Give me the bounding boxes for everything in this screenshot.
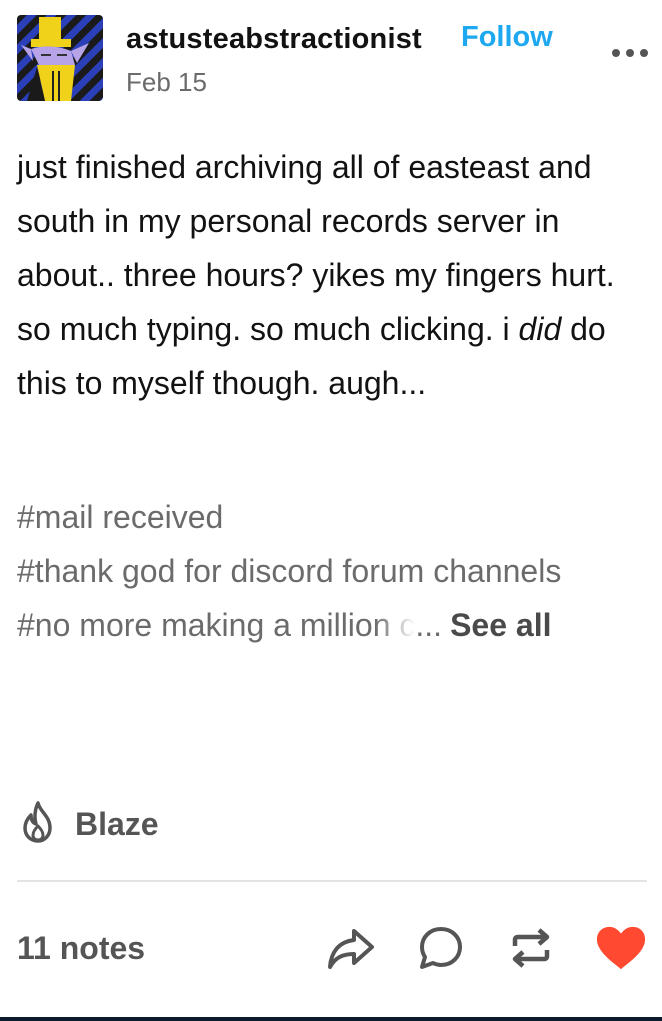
heart-icon[interactable] — [595, 922, 647, 974]
reblog-icon[interactable] — [505, 922, 557, 974]
tag-list: #mail received #thank god for discord fo… — [17, 490, 642, 652]
post-date[interactable]: Feb 15 — [126, 67, 207, 98]
username[interactable]: astusteabstractionist — [126, 23, 422, 56]
blaze-button[interactable]: Blaze — [17, 798, 159, 850]
follow-button[interactable]: Follow — [461, 21, 553, 54]
post-body: just finished archiving all of easteast … — [17, 140, 647, 410]
post-actions — [287, 916, 647, 980]
see-all-tags-button[interactable]: See all — [450, 598, 551, 652]
tag-item-truncated[interactable]: #no more making a million c — [17, 598, 415, 652]
tag-item[interactable]: #mail received — [17, 490, 642, 544]
tag-ellipsis: ... — [415, 607, 443, 643]
post-body-emphasis: did — [518, 311, 562, 347]
more-options-icon[interactable] — [610, 43, 650, 63]
divider — [17, 880, 647, 882]
blaze-label: Blaze — [75, 805, 159, 842]
tag-item[interactable]: #thank god for discord forum channels — [17, 544, 642, 598]
tag-truncated-row: #no more making a million c... See all — [17, 598, 642, 652]
avatar[interactable] — [17, 15, 103, 101]
notes-count[interactable]: 11 notes — [17, 930, 145, 967]
post-card: astusteabstractionist Follow Feb 15 just… — [0, 0, 662, 1021]
comment-bubble-icon[interactable] — [415, 922, 467, 974]
post-footer: 11 notes — [17, 912, 647, 982]
bottom-edge-bar — [0, 1017, 662, 1021]
share-arrow-icon[interactable] — [325, 922, 377, 974]
post-header: astusteabstractionist Follow Feb 15 — [17, 15, 650, 105]
flame-icon — [17, 800, 59, 849]
